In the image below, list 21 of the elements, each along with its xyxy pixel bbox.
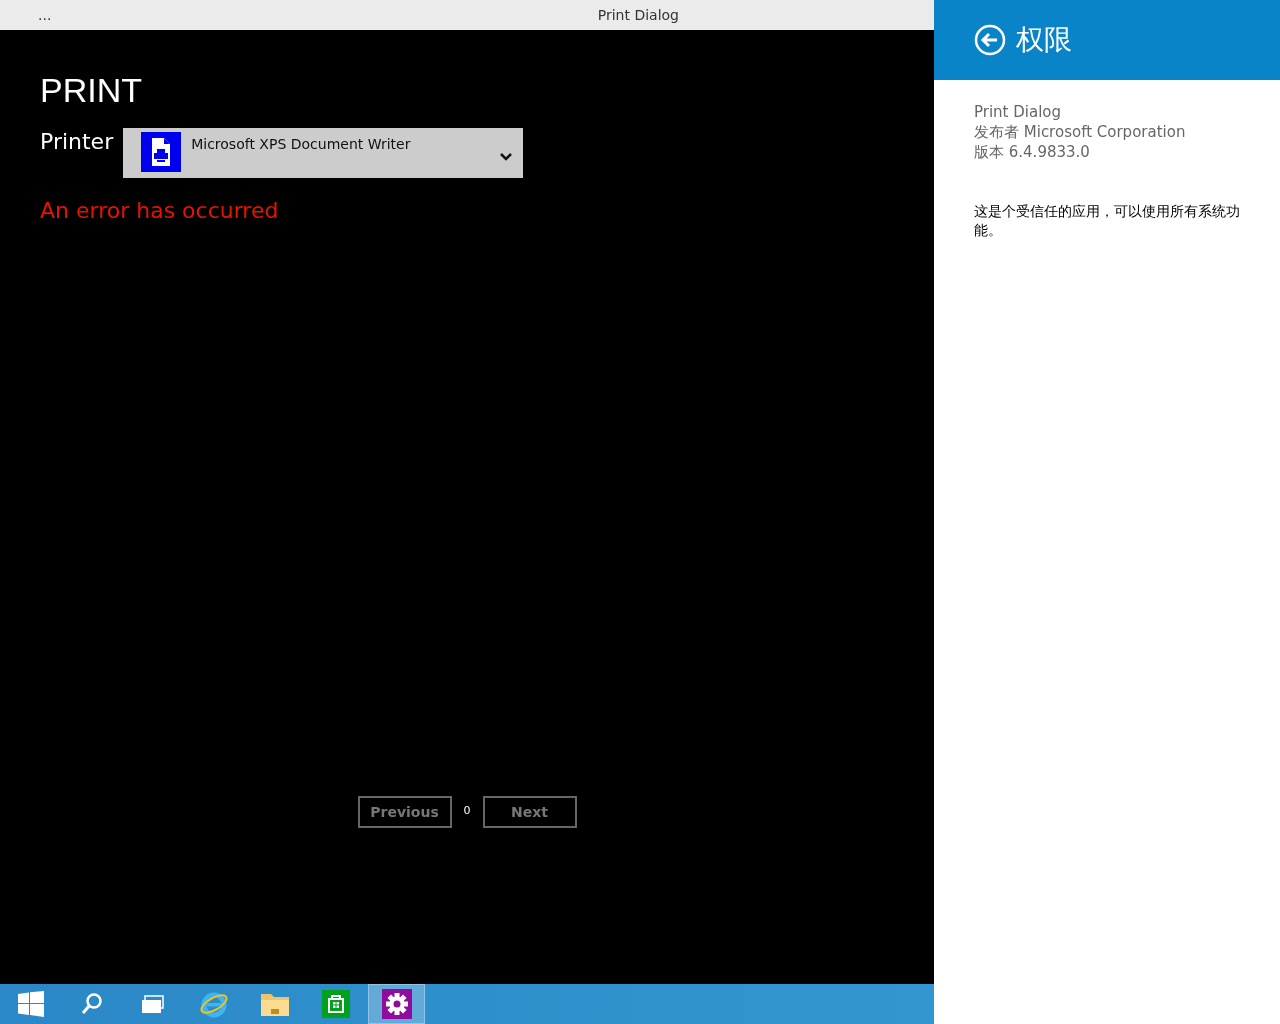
windows-stack-icon	[140, 994, 165, 1014]
shopping-bag-icon	[321, 990, 350, 1018]
taskbar-button[interactable]	[368, 984, 425, 1024]
error-message: An error has occurred	[40, 198, 280, 223]
printer-label: Printer	[40, 128, 114, 156]
folder-icon	[259, 991, 290, 1017]
pane-title: 权限	[1016, 22, 1072, 58]
app-name: Print Dialog	[974, 102, 1063, 122]
gear-icon	[381, 989, 412, 1019]
page-heading: PRINT	[40, 70, 143, 111]
trust-description: 这是个受信任的应用，可以使用所有系统功能。	[974, 202, 1240, 240]
version-text: 版本 6.4.9833.0	[974, 142, 1091, 162]
printer-dropdown[interactable]: Microsoft XPS Document Writer	[123, 128, 524, 178]
menu-dots[interactable]: ...	[38, 7, 52, 23]
search-icon	[79, 992, 104, 1016]
page-number: 0	[463, 804, 471, 817]
publisher-text: 发布者 Microsoft Corporation	[974, 122, 1187, 142]
printer-icon	[141, 132, 182, 172]
windows-logo-icon	[17, 991, 44, 1017]
back-button[interactable]	[974, 24, 1006, 56]
window-title: Print Dialog	[597, 7, 679, 23]
